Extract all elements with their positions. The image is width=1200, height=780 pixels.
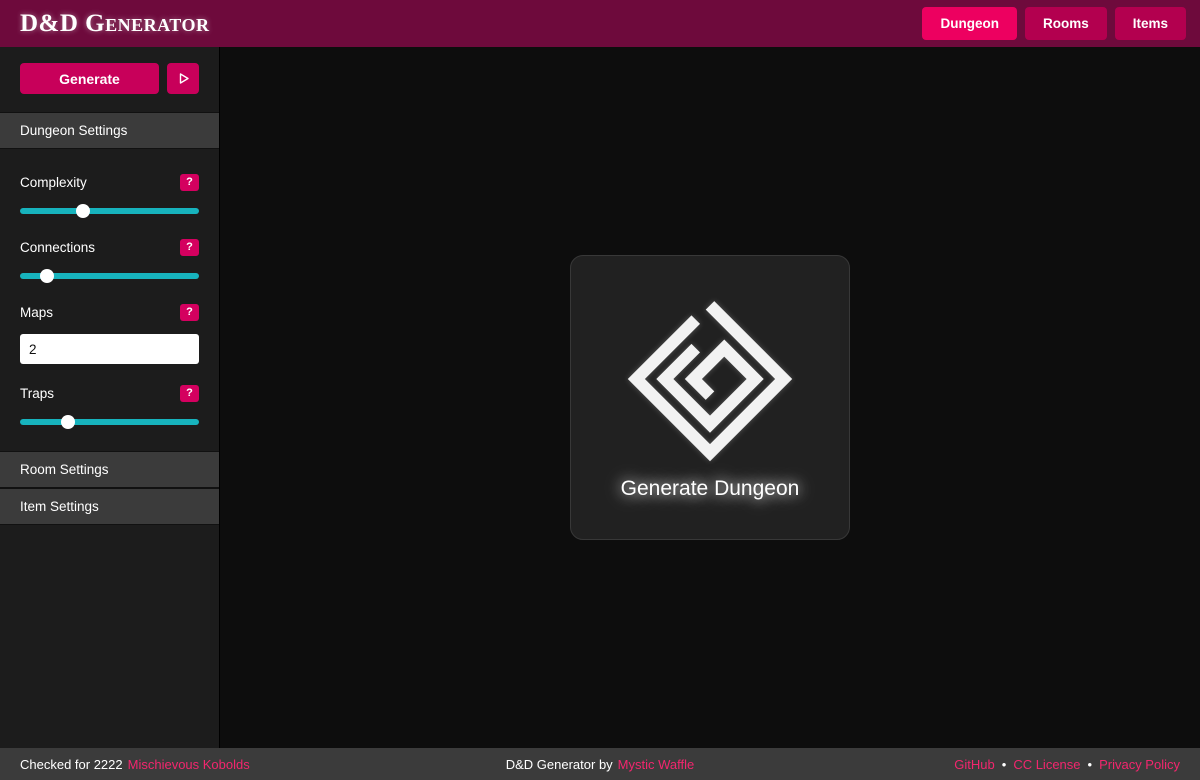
help-icon-connections[interactable]: ? [180, 239, 199, 256]
tab-rooms[interactable]: Rooms [1025, 7, 1107, 40]
control-complexity: Complexity ? [20, 153, 199, 218]
sidebar-spacer [20, 429, 199, 451]
generate-row: Generate [0, 47, 219, 112]
help-icon-traps[interactable]: ? [180, 385, 199, 402]
play-button[interactable] [167, 63, 199, 94]
generate-button[interactable]: Generate [20, 63, 159, 94]
connections-label: Connections [20, 240, 95, 255]
maps-label: Maps [20, 305, 53, 320]
footer-checked-text: Checked for 2222 [20, 757, 123, 772]
complexity-label: Complexity [20, 175, 87, 190]
footer-mystic-waffle-link[interactable]: Mystic Waffle [618, 757, 695, 772]
traps-slider-knob[interactable] [61, 415, 75, 429]
footer-credit-text: D&D Generator by [506, 757, 613, 772]
traps-slider[interactable] [20, 415, 199, 429]
complexity-slider-knob[interactable] [76, 204, 90, 218]
section-item-settings[interactable]: Item Settings [0, 488, 219, 525]
footer-separator-1: • [1002, 757, 1007, 772]
settings-sidebar: Generate Dungeon Settings Complexity ? [0, 47, 220, 748]
help-icon-maps[interactable]: ? [180, 304, 199, 321]
app-title: D&D Generator [20, 10, 209, 38]
footer-kobolds-link[interactable]: Mischievous Kobolds [128, 757, 250, 772]
help-icon-complexity[interactable]: ? [180, 174, 199, 191]
app-header: D&D Generator Dungeon Rooms Items [0, 0, 1200, 47]
labyrinth-diamond-logo-icon [626, 295, 794, 463]
tab-items[interactable]: Items [1115, 7, 1186, 40]
traps-label: Traps [20, 386, 54, 401]
footer-separator-2: • [1088, 757, 1093, 772]
generate-dungeon-caption: Generate Dungeon [621, 477, 800, 501]
footer-left: Checked for 2222 Mischievous Kobolds [20, 757, 250, 772]
connections-slider[interactable] [20, 269, 199, 283]
control-connections-head: Connections ? [20, 239, 199, 256]
footer-right: GitHub • CC License • Privacy Policy [954, 757, 1180, 772]
main-content: Generate Dungeon [220, 47, 1200, 748]
app-footer: Checked for 2222 Mischievous Kobolds D&D… [0, 748, 1200, 780]
control-traps: Traps ? [20, 364, 199, 429]
generate-dungeon-card[interactable]: Generate Dungeon [570, 255, 850, 540]
control-maps-head: Maps ? [20, 304, 199, 321]
dungeon-settings-body: Complexity ? Connections ? [0, 149, 219, 451]
footer-cc-license-link[interactable]: CC License [1013, 757, 1080, 772]
complexity-slider-track [20, 208, 199, 214]
footer-privacy-policy-link[interactable]: Privacy Policy [1099, 757, 1180, 772]
app-body: Generate Dungeon Settings Complexity ? [0, 47, 1200, 748]
control-connections: Connections ? [20, 218, 199, 283]
section-dungeon-settings[interactable]: Dungeon Settings [0, 112, 219, 149]
control-maps: Maps ? [20, 283, 199, 364]
footer-github-link[interactable]: GitHub [954, 757, 994, 772]
play-arrow-icon [177, 72, 190, 85]
control-complexity-head: Complexity ? [20, 174, 199, 191]
tab-dungeon[interactable]: Dungeon [922, 7, 1017, 40]
sidebar-filler [0, 525, 219, 748]
app-root: D&D Generator Dungeon Rooms Items Genera… [0, 0, 1200, 780]
connections-slider-knob[interactable] [40, 269, 54, 283]
traps-slider-track [20, 419, 199, 425]
main-nav: Dungeon Rooms Items [922, 7, 1186, 40]
control-traps-head: Traps ? [20, 385, 199, 402]
footer-center: D&D Generator by Mystic Waffle [506, 757, 695, 772]
complexity-slider[interactable] [20, 204, 199, 218]
section-room-settings[interactable]: Room Settings [0, 451, 219, 488]
maps-input[interactable] [20, 334, 199, 364]
